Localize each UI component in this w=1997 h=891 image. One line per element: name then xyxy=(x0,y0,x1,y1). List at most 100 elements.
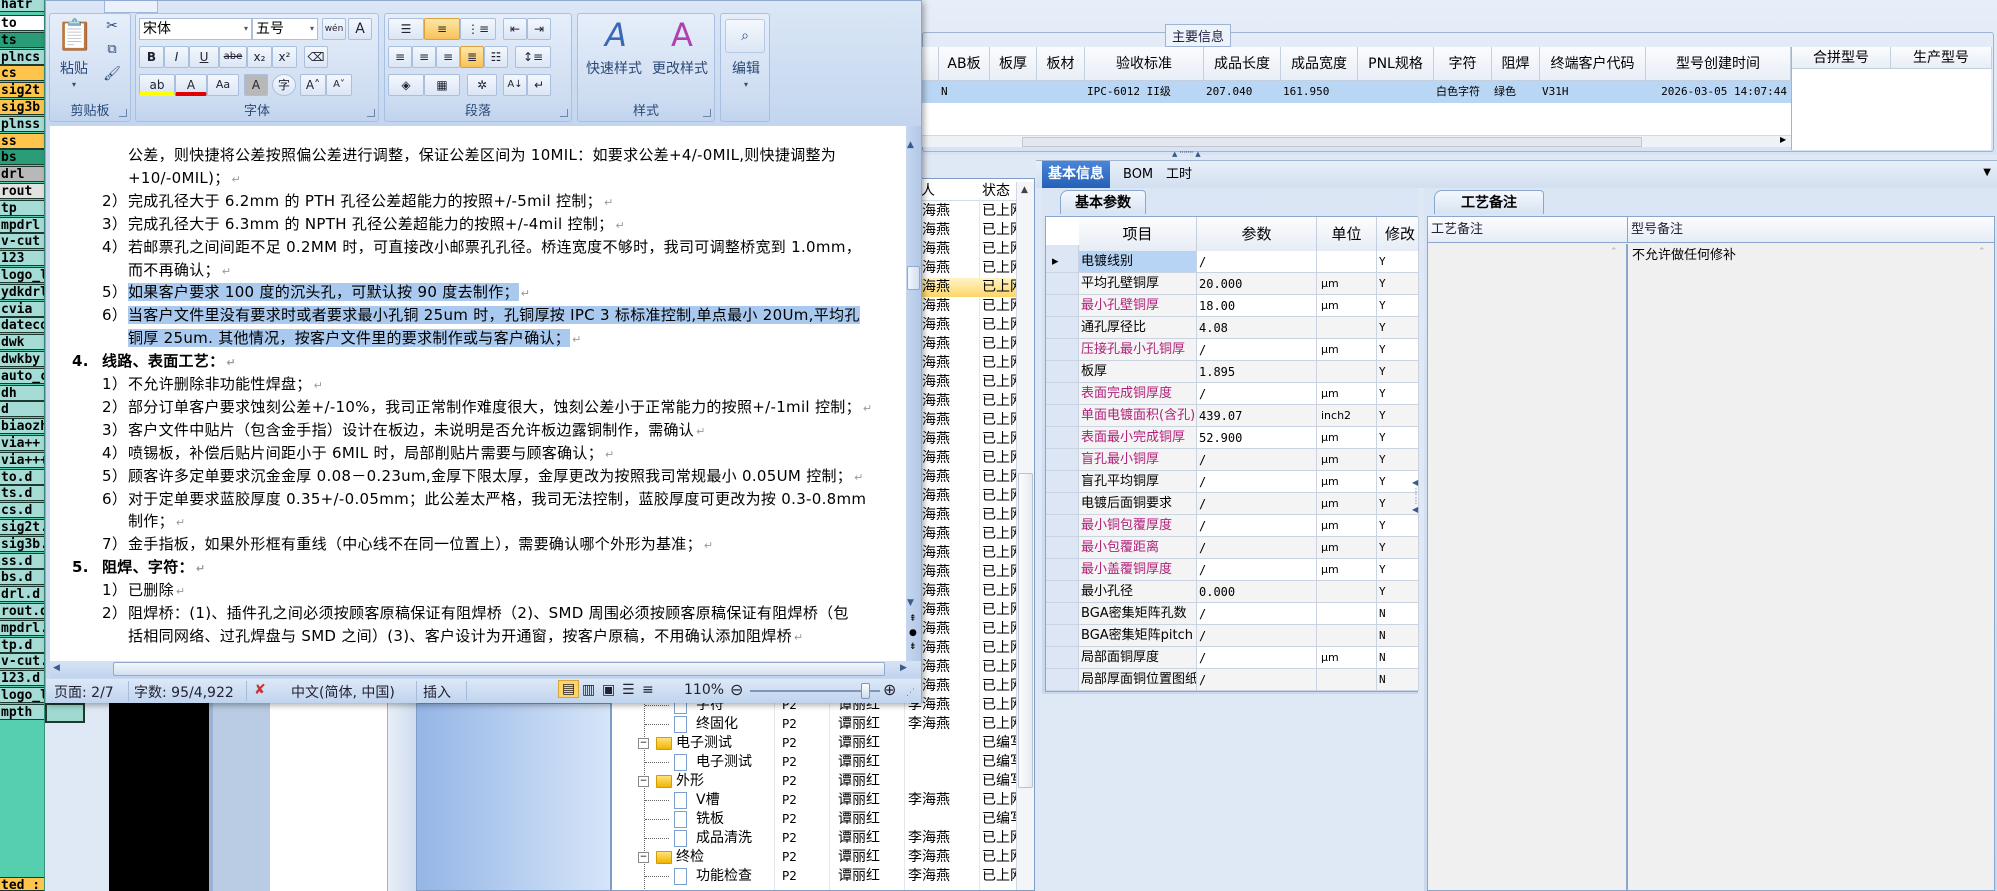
param-modify[interactable]: Y xyxy=(1377,449,1419,471)
tab-0[interactable]: 基本信息 xyxy=(1042,161,1110,188)
tree-row[interactable]: V槽 P2 谭丽红 李海燕 已上网 xyxy=(612,791,1016,810)
layer-item[interactable]: drl.d xyxy=(0,586,44,603)
param-item[interactable]: 最小孔壁铜厚 xyxy=(1079,295,1197,317)
scroll-right-icon[interactable]: ▶ xyxy=(1780,135,1786,144)
tree-row[interactable]: 成品清洗 P2 谭丽红 李海燕 已上网 xyxy=(612,829,1016,848)
bullets-icon[interactable]: ☰ xyxy=(388,18,424,40)
table-cell[interactable] xyxy=(990,81,1037,103)
row-header[interactable] xyxy=(1046,669,1079,691)
param-item[interactable]: 板厚 xyxy=(1079,361,1197,383)
column-header[interactable]: PNL规格 xyxy=(1358,47,1434,81)
param-value[interactable]: / xyxy=(1197,493,1317,515)
layer-item[interactable]: biaozh xyxy=(0,418,44,435)
tree-row[interactable]: 铣板 P2 谭丽红 已编写 xyxy=(612,810,1016,829)
phonetic-guide-button[interactable]: wén xyxy=(322,18,346,40)
align-right-icon[interactable]: ≡ xyxy=(436,46,460,68)
row-header[interactable] xyxy=(1046,603,1079,625)
column-header-production-model[interactable]: 生产型号 xyxy=(1891,47,1992,69)
subscript-button[interactable]: x₂ xyxy=(247,46,272,68)
tab-process-notes[interactable]: 工艺备注 xyxy=(1434,190,1544,214)
numbering-icon[interactable]: ≡ xyxy=(424,18,460,40)
scroll-thumb[interactable] xyxy=(1022,137,1642,147)
param-modify[interactable]: Y xyxy=(1377,317,1419,339)
language-indicator[interactable]: 中文(简体, 中国) xyxy=(291,682,395,702)
layer-item[interactable]: ss.d xyxy=(0,552,44,569)
param-modify[interactable]: Y xyxy=(1377,427,1419,449)
prev-page-icon[interactable]: ⇞ xyxy=(909,614,917,624)
param-item[interactable]: 盲孔最小铜厚 xyxy=(1079,449,1197,471)
param-value[interactable]: / xyxy=(1197,559,1317,581)
line-spacing-icon[interactable]: ↕≡ xyxy=(515,46,551,68)
param-value[interactable]: / xyxy=(1197,603,1317,625)
table-cell[interactable]: 白色字符 xyxy=(1434,81,1492,103)
tree-scrollbar[interactable]: ▲ xyxy=(1016,182,1034,890)
layer-item[interactable]: ss xyxy=(0,132,44,149)
row-header[interactable] xyxy=(1046,559,1079,581)
layer-item[interactable]: d xyxy=(0,401,44,418)
web-layout-view-icon[interactable]: ▣ xyxy=(602,682,615,698)
column-header-merged-model[interactable]: 合拼型号 xyxy=(1792,47,1891,69)
table-cell[interactable]: 161.950 xyxy=(1281,81,1358,103)
column-header[interactable]: 成品宽度 xyxy=(1281,47,1358,81)
collapse-toggle-icon[interactable]: − xyxy=(638,738,649,749)
layer-item[interactable]: ydkdrl xyxy=(0,283,44,300)
zoom-slider-thumb[interactable] xyxy=(861,683,871,699)
scroll-thumb[interactable] xyxy=(113,662,885,676)
param-value[interactable]: / xyxy=(1197,515,1317,537)
distributed-icon[interactable]: ☷ xyxy=(484,46,508,68)
align-center-icon[interactable]: ≡ xyxy=(412,46,436,68)
layer-item[interactable]: mpdrl.d xyxy=(0,619,44,636)
process-note-textarea[interactable] xyxy=(1428,244,1628,890)
shrink-font-button[interactable]: A˅ xyxy=(326,74,352,96)
param-item[interactable]: 电镀线别 xyxy=(1079,251,1197,273)
increase-indent-icon[interactable]: ⇥ xyxy=(527,18,551,40)
layer-item[interactable]: sig2t xyxy=(0,82,44,99)
param-modify[interactable]: Y xyxy=(1377,515,1419,537)
next-page-icon[interactable]: ⇟ xyxy=(909,642,917,652)
clear-format-icon[interactable]: ⌫ xyxy=(304,46,328,68)
layer-item[interactable]: ts.d xyxy=(0,485,44,502)
zoom-level[interactable]: 110% xyxy=(684,682,724,698)
column-header[interactable]: 型号创建时间 xyxy=(1646,47,1791,81)
layer-item[interactable]: auto_c xyxy=(0,367,44,384)
row-header[interactable] xyxy=(1046,493,1079,515)
param-item[interactable]: 局部厚面铜位置图纸 xyxy=(1079,669,1197,691)
column-header[interactable] xyxy=(922,47,939,81)
layer-item[interactable]: to xyxy=(0,15,44,31)
layer-item[interactable]: dateco xyxy=(0,317,44,334)
tree-row[interactable]: − 外形 P2 谭丽红 已编写 xyxy=(612,772,1016,791)
table-horizontal-scrollbar[interactable]: ▶ xyxy=(922,135,1791,147)
param-modify[interactable]: Y xyxy=(1377,273,1419,295)
param-value[interactable]: / xyxy=(1197,471,1317,493)
scroll-right-icon[interactable]: ▶ xyxy=(900,663,907,673)
layer-item[interactable]: cvia xyxy=(0,300,44,317)
column-header[interactable]: 板材 xyxy=(1037,47,1085,81)
paste-icon[interactable]: 📋 xyxy=(56,18,93,53)
zoom-in-icon[interactable]: ⊕ xyxy=(883,680,896,699)
layer-item[interactable]: mpth xyxy=(0,703,44,720)
param-value[interactable]: 18.00 xyxy=(1197,295,1317,317)
params-grid[interactable]: ◢ 项目 参数 单位 修改 ▸电镀线别/Y平均孔壁铜厚20.000µmY最小孔壁… xyxy=(1045,216,1419,692)
column-header[interactable]: 终端客户代码 xyxy=(1540,47,1646,81)
decrease-indent-icon[interactable]: ⇤ xyxy=(503,18,527,40)
char-shading-button[interactable]: A xyxy=(244,74,268,96)
ribbon-tab-home[interactable] xyxy=(104,1,158,13)
layer-item[interactable]: cs.d xyxy=(0,502,44,519)
enclose-char-button[interactable]: 字 xyxy=(272,74,296,96)
layer-item[interactable]: rout xyxy=(0,183,44,199)
param-item[interactable]: 局部面铜厚度 xyxy=(1079,647,1197,669)
param-modify[interactable]: N xyxy=(1377,603,1419,625)
row-header[interactable] xyxy=(1046,405,1079,427)
layer-item[interactable]: bs.d xyxy=(0,569,44,586)
scroll-thumb[interactable] xyxy=(1018,473,1033,788)
splitter-handle-icon[interactable]: ◀ ⋮ ⋮ ◀ xyxy=(1412,478,1420,514)
param-item[interactable]: 压接孔最小孔铜厚 xyxy=(1079,339,1197,361)
param-value[interactable]: / xyxy=(1197,383,1317,405)
layer-item[interactable]: sig3b xyxy=(0,99,44,115)
cut-icon[interactable]: ✂ xyxy=(102,18,122,34)
scroll-thumb[interactable] xyxy=(907,266,920,290)
param-value[interactable]: 0.000 xyxy=(1197,581,1317,603)
layer-item[interactable]: bs xyxy=(0,149,44,166)
layer-item[interactable]: v-cut xyxy=(0,233,44,250)
full-screen-view-icon[interactable]: ▥ xyxy=(582,682,595,698)
